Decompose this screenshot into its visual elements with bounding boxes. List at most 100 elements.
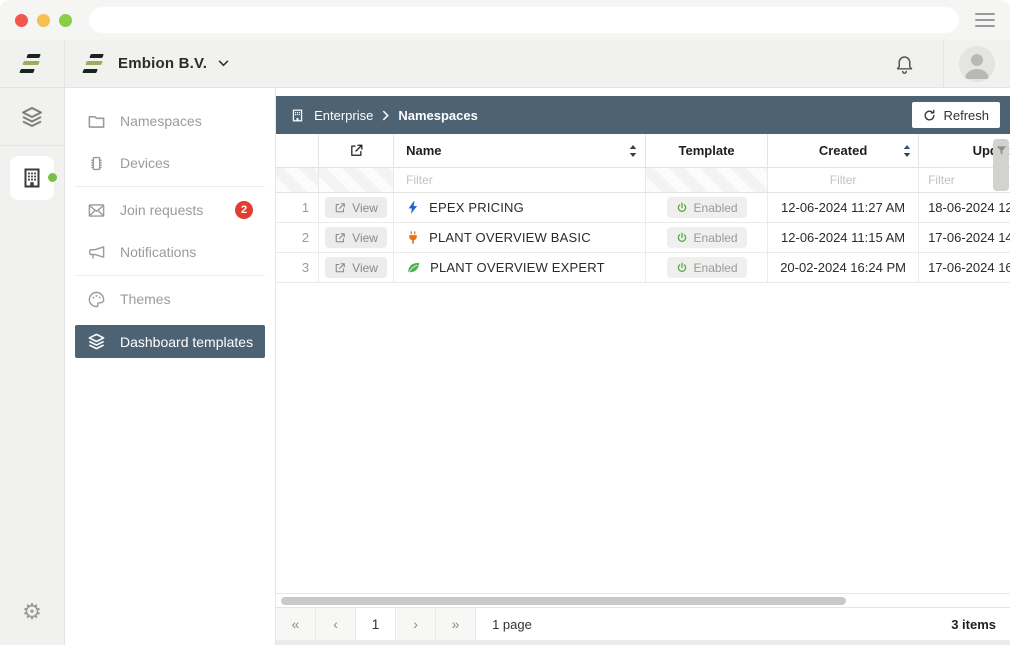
sidebar-divider	[75, 275, 265, 276]
table-header-row: Name Template Created Updated	[276, 134, 1010, 168]
refresh-icon	[923, 109, 936, 122]
breadcrumb-root[interactable]: Enterprise	[314, 108, 373, 123]
rail-item-dashboards[interactable]	[0, 88, 64, 146]
page-count-label: 1 page	[476, 608, 532, 640]
sidebar-item-join-requests[interactable]: Join requests 2	[75, 189, 265, 231]
layers-icon	[20, 105, 44, 129]
sidebar-item-label: Devices	[120, 155, 170, 171]
layers-icon	[87, 332, 106, 351]
leaf-icon	[406, 260, 421, 275]
avatar	[959, 46, 995, 82]
filter-cell-disabled	[319, 168, 394, 192]
chip-icon	[87, 154, 106, 173]
settings-gear-icon[interactable]: ⚙	[22, 601, 42, 623]
template-column-header[interactable]: Template	[646, 134, 768, 167]
sidebar-item-namespaces[interactable]: Namespaces	[75, 100, 265, 142]
created-date: 12-06-2024 11:27 AM	[768, 193, 919, 222]
bolt-icon	[406, 200, 420, 215]
refresh-label: Refresh	[943, 108, 989, 123]
window-bottom-edge	[276, 640, 1010, 645]
browser-chrome	[0, 0, 1010, 40]
rail-item-enterprise[interactable]	[10, 156, 54, 200]
last-page-button[interactable]: »	[436, 608, 476, 640]
view-column-header	[319, 134, 394, 167]
sidebar-item-label: Dashboard templates	[120, 334, 253, 350]
table-filter-row	[276, 168, 1010, 193]
row-number: 1	[276, 193, 319, 222]
view-button[interactable]: View	[325, 197, 387, 218]
user-menu-button[interactable]	[944, 40, 1010, 87]
chevron-down-icon	[218, 60, 229, 67]
table-row: 3 View PLANT OVERVIEW EXPERT	[276, 253, 1010, 283]
updated-date: 17-06-2024 14:	[919, 223, 1010, 252]
pagination-bar: « ‹ 1 › » 1 page 3 items	[276, 607, 1010, 640]
vertical-scrollbar[interactable]	[993, 139, 1009, 191]
table-row: 1 View EPEX PRICING	[276, 193, 1010, 223]
embion-logo-icon	[20, 54, 44, 73]
folder-icon	[87, 112, 106, 131]
sidebar-item-notifications[interactable]: Notifications	[75, 231, 265, 273]
external-link-icon	[334, 202, 346, 214]
filter-funnel-icon	[996, 145, 1007, 156]
updated-date: 18-06-2024 12:	[919, 193, 1010, 222]
sidebar-item-themes[interactable]: Themes	[75, 278, 265, 320]
view-button[interactable]: View	[325, 227, 387, 248]
filter-cell-disabled	[276, 168, 319, 192]
items-count-label: 3 items	[951, 608, 1010, 640]
address-bar[interactable]	[89, 7, 959, 33]
current-page-button[interactable]: 1	[356, 608, 396, 640]
previous-page-button[interactable]: ‹	[316, 608, 356, 640]
template-name: EPEX PRICING	[429, 200, 524, 215]
breadcrumb-toolbar: Enterprise Namespaces Refresh	[276, 96, 1010, 134]
horizontal-scrollbar-track	[276, 593, 1010, 607]
main-content: Enterprise Namespaces Refresh	[276, 88, 1010, 645]
minimize-window-button[interactable]	[37, 14, 50, 27]
next-page-button[interactable]: ›	[396, 608, 436, 640]
sidebar-divider	[75, 186, 265, 187]
join-requests-count-badge: 2	[235, 201, 253, 219]
created-column-header[interactable]: Created	[768, 134, 919, 167]
external-link-icon	[349, 143, 364, 158]
sidebar-item-devices[interactable]: Devices	[75, 142, 265, 184]
row-number: 3	[276, 253, 319, 282]
browser-window: Embion B.V. ⚙	[0, 0, 1010, 645]
filter-cell-disabled	[646, 168, 768, 192]
name-column-header[interactable]: Name	[394, 134, 646, 167]
sidebar: Namespaces Devices Join requests 2 Notif…	[65, 88, 276, 645]
name-filter-input[interactable]	[406, 173, 645, 187]
template-name: PLANT OVERVIEW BASIC	[429, 230, 591, 245]
power-icon	[676, 262, 688, 274]
notifications-bell-button[interactable]	[894, 40, 943, 87]
sidebar-item-label: Themes	[120, 291, 171, 307]
row-number-header	[276, 134, 319, 167]
browser-menu-icon[interactable]	[975, 13, 995, 27]
organization-switcher[interactable]: Embion B.V.	[65, 40, 229, 87]
embion-logo-icon	[83, 54, 107, 73]
palette-icon	[87, 290, 106, 309]
first-page-button[interactable]: «	[276, 608, 316, 640]
app-logo[interactable]	[0, 40, 65, 87]
templates-table: Name Template Created Updated	[276, 134, 1010, 593]
status-badge: Enabled	[667, 197, 747, 218]
megaphone-icon	[87, 243, 106, 262]
name-filter-cell	[394, 168, 646, 192]
view-button[interactable]: View	[325, 257, 387, 278]
sidebar-item-dashboard-templates[interactable]: Dashboard templates	[75, 325, 265, 358]
refresh-button[interactable]: Refresh	[912, 102, 1000, 128]
zoom-window-button[interactable]	[59, 14, 72, 27]
building-icon	[20, 166, 44, 190]
breadcrumb: Enterprise Namespaces	[290, 108, 478, 123]
external-link-icon	[334, 232, 346, 244]
close-window-button[interactable]	[15, 14, 28, 27]
sort-icon[interactable]	[903, 145, 911, 157]
created-filter-cell	[768, 168, 919, 192]
created-filter-input[interactable]	[768, 173, 918, 187]
bell-icon	[894, 53, 915, 75]
plug-icon	[406, 230, 420, 245]
horizontal-scrollbar-thumb[interactable]	[281, 597, 846, 605]
traffic-lights	[0, 14, 89, 27]
updated-date: 17-06-2024 16:	[919, 253, 1010, 282]
building-icon	[290, 108, 305, 123]
sort-icon[interactable]	[629, 145, 637, 157]
status-badge: Enabled	[667, 257, 747, 278]
